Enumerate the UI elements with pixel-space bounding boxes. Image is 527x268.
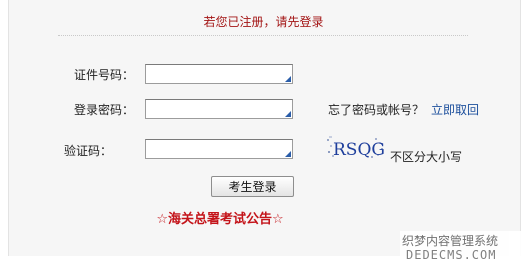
resize-corner-icon [285,76,291,82]
resize-corner-icon [285,151,291,157]
login-prompt: 若您已注册，请先登录 [203,15,324,29]
forgot-password-text: 忘了密码或帐号？ [328,103,425,117]
captcha-input[interactable] [145,139,293,159]
id-number-label: 证件号码： [73,68,134,82]
retrieve-now-link[interactable]: 立即取回 [431,101,479,118]
dedecms-watermark: 织梦内容管理系统 DEDECMS.COM [400,231,522,264]
resize-corner-icon [285,111,291,117]
case-insensitive-note: 不区分大小写 [390,150,463,164]
watermark-line-1: 织梦内容管理系统 [402,234,499,248]
password-input[interactable] [145,99,293,119]
candidate-login-button[interactable]: 考生登录 [211,176,294,197]
captcha-label: 验证码： [63,144,112,158]
captcha-image[interactable]: RSQG [327,136,385,160]
captcha-text: RSQG [333,140,385,160]
password-label: 登录密码： [73,103,134,117]
customs-exam-notice-link[interactable]: ☆海关总署考试公告☆ [0,208,440,227]
id-number-input[interactable] [145,64,293,84]
watermark-line-2: DEDECMS.COM [406,248,497,262]
login-panel: 若您已注册，请先登录 证件号码： 登录密码： 忘了密码或帐号？ 立即取回 验证码… [0,0,527,268]
dotted-divider [58,35,468,36]
